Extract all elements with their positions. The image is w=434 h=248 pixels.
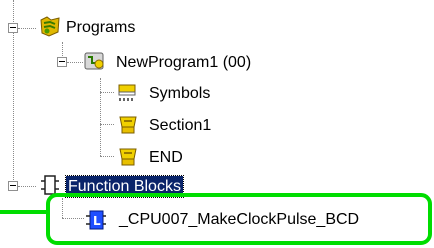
tree-guide-line	[18, 186, 36, 187]
program-icon[interactable]	[83, 49, 107, 73]
tree-guide-line	[18, 28, 36, 29]
programs-collapse-toggle[interactable]	[8, 23, 18, 33]
tree-guide-line	[100, 124, 114, 125]
highlight-frame	[46, 193, 432, 245]
program-collapse-toggle[interactable]	[57, 57, 67, 67]
end-section-icon[interactable]	[116, 145, 140, 169]
programs-folder-icon[interactable]	[38, 14, 62, 38]
tree-node-programs[interactable]: Programs	[66, 17, 135, 38]
tree-guide-line	[100, 78, 101, 156]
tree-node-section1[interactable]: Section1	[149, 115, 211, 136]
tree-guide-line	[100, 92, 114, 93]
tree-guide-line	[100, 156, 114, 157]
project-tree: Programs NewProgram1 (00) Symbols Sectio…	[0, 0, 434, 248]
tree-node-symbols[interactable]: Symbols	[149, 83, 210, 104]
tree-node-newprogram1[interactable]: NewProgram1 (00)	[116, 52, 251, 73]
section-icon[interactable]	[116, 113, 140, 137]
symbols-icon[interactable]	[116, 81, 140, 105]
tree-guide-line	[67, 62, 83, 63]
tree-node-end[interactable]: END	[149, 147, 183, 168]
function-blocks-collapse-toggle[interactable]	[8, 181, 18, 191]
tree-guide-line	[62, 42, 63, 56]
highlight-connector	[0, 210, 49, 214]
